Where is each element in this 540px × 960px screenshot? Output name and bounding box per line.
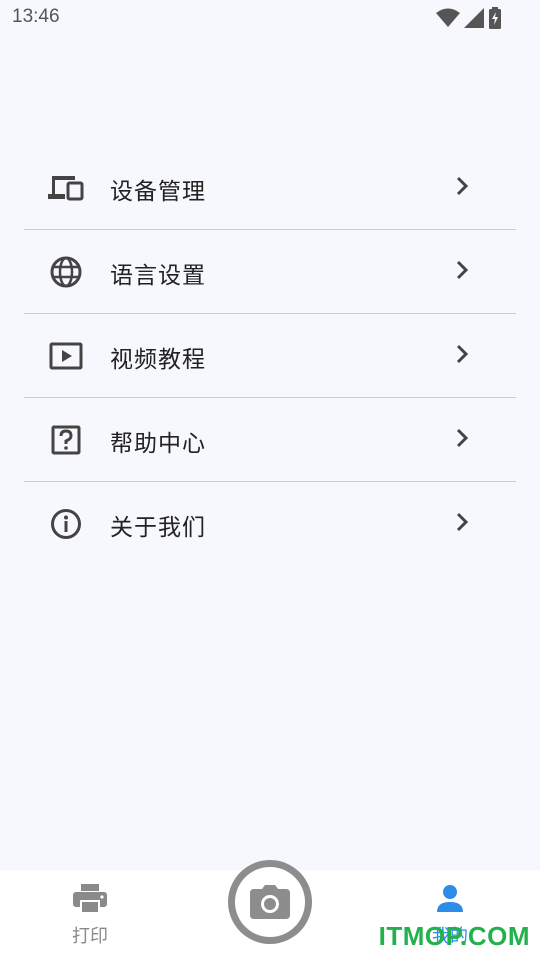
info-icon: [48, 506, 84, 542]
globe-icon: [48, 254, 84, 290]
menu-item-about-us[interactable]: 关于我们: [24, 482, 516, 565]
chevron-right-icon: [456, 260, 469, 280]
chevron-right-icon: [456, 176, 469, 196]
help-icon: [48, 422, 84, 458]
menu-item-language-settings[interactable]: 语言设置: [24, 230, 516, 314]
settings-menu: 设备管理 语言设置 视频教程 帮助中心 关于我们: [24, 146, 516, 565]
menu-item-label: 帮助中心: [110, 431, 206, 457]
video-icon: [48, 338, 84, 374]
person-icon: [437, 885, 463, 912]
menu-item-label: 关于我们: [110, 515, 206, 541]
chevron-right-icon: [456, 428, 469, 448]
status-icons: [436, 7, 502, 29]
signal-icon: [464, 8, 484, 28]
menu-item-video-tutorials[interactable]: 视频教程: [24, 314, 516, 398]
printer-icon: [73, 884, 107, 914]
status-time: 13:46: [12, 6, 60, 27]
tab-print-label: 打印: [72, 926, 108, 947]
menu-item-help-center[interactable]: 帮助中心: [24, 398, 516, 482]
camera-icon: [250, 885, 290, 919]
status-bar: 13:46: [0, 0, 540, 36]
menu-item-label: 语言设置: [110, 263, 206, 289]
tab-print[interactable]: 打印: [40, 884, 140, 948]
camera-button[interactable]: [228, 860, 312, 944]
menu-item-label: 设备管理: [110, 179, 206, 205]
chevron-right-icon: [456, 512, 469, 532]
devices-icon: [48, 170, 84, 206]
wifi-icon: [436, 8, 460, 27]
watermark: ITMOP.COM: [378, 921, 530, 951]
menu-item-device-management[interactable]: 设备管理: [24, 146, 516, 230]
menu-item-label: 视频教程: [110, 347, 206, 373]
camera-button-inner: [235, 867, 305, 937]
battery-icon: [489, 7, 501, 29]
chevron-right-icon: [456, 344, 469, 364]
